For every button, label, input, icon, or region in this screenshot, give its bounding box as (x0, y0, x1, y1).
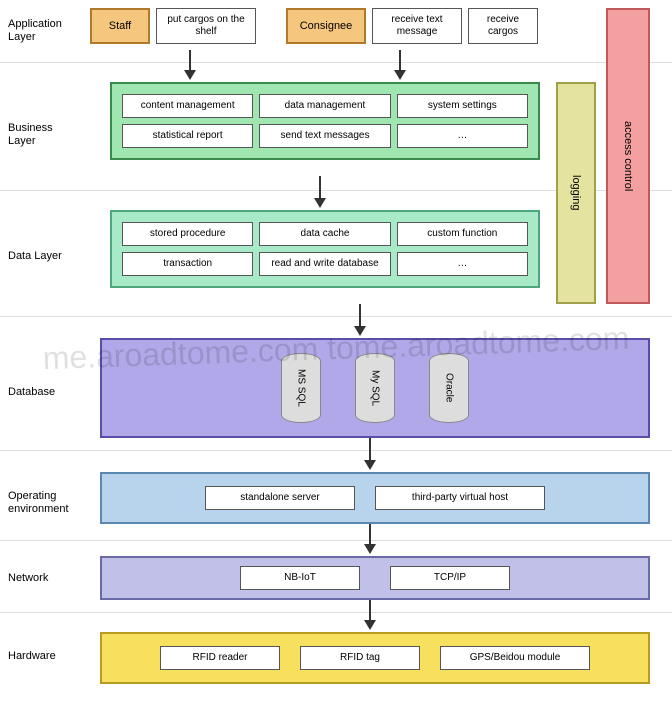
data-more: … (397, 252, 528, 276)
hardware-panel: RFID reader RFID tag GPS/Beidou module (100, 632, 650, 684)
network-nbiot: NB-IoT (240, 566, 360, 590)
data-cache: data cache (259, 222, 390, 246)
divider (0, 62, 672, 63)
arrow-line (369, 524, 371, 544)
label-openv: Operating environment (8, 490, 83, 516)
openv-panel: standalone server third-party virtual ho… (100, 472, 650, 524)
label-application: Application Layer (8, 18, 83, 44)
arrow-line (369, 438, 371, 460)
arrow-line (369, 600, 371, 620)
label-database: Database (8, 386, 83, 399)
staff-action: put cargos on the shelf (156, 8, 256, 44)
label-data: Data Layer (8, 250, 83, 263)
business-data-mgmt: data management (259, 94, 390, 118)
arrow-head (354, 326, 366, 336)
arrow-head (364, 460, 376, 470)
actor-consignee: Consignee (286, 8, 366, 44)
business-more: … (397, 124, 528, 148)
arrow-head (364, 620, 376, 630)
actor-staff: Staff (90, 8, 150, 44)
arrow-head (314, 198, 326, 208)
data-panel: stored procedure data cache custom funct… (110, 210, 540, 288)
consignee-action2: receive cargos (468, 8, 538, 44)
access-panel: access control (606, 8, 650, 304)
arrow-line (359, 304, 361, 326)
network-tcpip: TCP/IP (390, 566, 510, 590)
business-panel: content management data management syste… (110, 82, 540, 160)
divider (0, 316, 672, 317)
arrow-line (399, 50, 401, 70)
divider (0, 540, 672, 541)
openv-thirdparty: third-party virtual host (375, 486, 545, 510)
data-custom-fn: custom function (397, 222, 528, 246)
network-panel: NB-IoT TCP/IP (100, 556, 650, 600)
divider (0, 450, 672, 451)
divider (0, 612, 672, 613)
business-send-text: send text messages (259, 124, 390, 148)
logging-panel: logging (556, 82, 596, 304)
hw-gps-beidou: GPS/Beidou module (440, 646, 590, 670)
application-row: Staff put cargos on the shelf Consignee … (90, 8, 538, 44)
label-business: Business Layer (8, 122, 83, 148)
label-network: Network (8, 572, 83, 585)
business-stat-report: statistical report (122, 124, 253, 148)
hw-rfid-reader: RFID reader (160, 646, 280, 670)
arrow-line (189, 50, 191, 70)
access-label: access control (622, 121, 634, 191)
label-hardware: Hardware (8, 650, 83, 663)
consignee-action1: receive text message (372, 8, 462, 44)
arrow-head (184, 70, 196, 80)
database-panel: MS SQL My SQL Oracle (100, 338, 650, 438)
data-transaction: transaction (122, 252, 253, 276)
db-oracle: Oracle (429, 353, 469, 423)
logging-label: logging (570, 175, 582, 210)
hw-rfid-tag: RFID tag (300, 646, 420, 670)
arrow-line (319, 176, 321, 198)
data-rw-database: read and write database (259, 252, 390, 276)
arrow-head (394, 70, 406, 80)
business-content-mgmt: content management (122, 94, 253, 118)
db-mysql: My SQL (355, 353, 395, 423)
data-stored-proc: stored procedure (122, 222, 253, 246)
business-sys-settings: system settings (397, 94, 528, 118)
arrow-head (364, 544, 376, 554)
db-mssql: MS SQL (281, 353, 321, 423)
openv-standalone: standalone server (205, 486, 355, 510)
